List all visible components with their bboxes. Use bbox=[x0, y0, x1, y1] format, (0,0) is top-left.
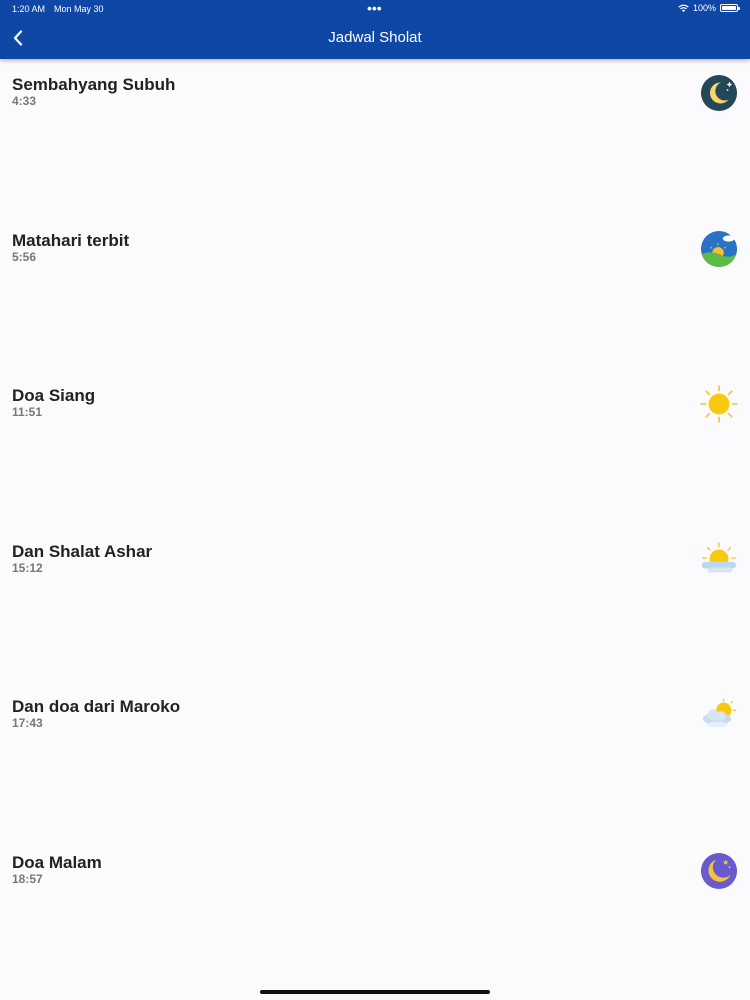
status-date: Mon May 30 bbox=[54, 4, 104, 14]
status-bar: 1:20 AM Mon May 30 ••• 100% bbox=[0, 0, 750, 18]
prayer-row-siang[interactable]: Doa Siang 11:51 bbox=[0, 370, 750, 526]
wifi-icon bbox=[678, 4, 689, 12]
prayer-list: Sembahyang Subuh 4:33 Matahari terbit 5:… bbox=[0, 59, 750, 992]
prayer-time: 15:12 bbox=[12, 560, 43, 575]
prayer-row-terbit[interactable]: Matahari terbit 5:56 bbox=[0, 215, 750, 371]
status-right: 100% bbox=[678, 3, 740, 13]
moon-night-icon bbox=[700, 74, 738, 112]
prayer-name: Doa Malam bbox=[12, 852, 102, 872]
page-title: Jadwal Sholat bbox=[328, 29, 422, 46]
cloudy-sun-icon bbox=[702, 698, 737, 728]
prayer-time: 11:51 bbox=[12, 405, 43, 419]
home-indicator[interactable] bbox=[260, 990, 490, 994]
moon-stars-icon bbox=[700, 852, 738, 889]
prayer-name: Dan doa dari Maroko bbox=[12, 697, 181, 716]
prayer-row-maghrib[interactable]: Dan doa dari Maroko 17:43 bbox=[0, 681, 750, 837]
prayer-time: 5:56 bbox=[12, 249, 37, 264]
prayer-time: 18:57 bbox=[12, 871, 43, 886]
sunrise-icon bbox=[700, 230, 738, 267]
sun-cloud-icon bbox=[701, 541, 737, 572]
prayer-name: Dan Shalat Ashar bbox=[12, 541, 153, 561]
multitask-dots[interactable]: ••• bbox=[367, 1, 382, 15]
prayer-row-ashar[interactable]: Dan Shalat Ashar 15:12 bbox=[0, 526, 750, 682]
prayer-name: Sembahyang Subuh bbox=[12, 75, 176, 94]
prayer-row-subuh[interactable]: Sembahyang Subuh 4:33 bbox=[0, 59, 750, 215]
prayer-name: Doa Siang bbox=[12, 386, 96, 405]
prayer-name: Matahari terbit bbox=[12, 230, 130, 250]
prayer-time: 17:43 bbox=[12, 716, 43, 730]
status-time: 1:20 AM bbox=[12, 4, 46, 14]
battery-icon bbox=[720, 4, 740, 12]
battery-percent: 100% bbox=[692, 3, 716, 13]
prayer-row-malam[interactable]: Doa Malam 18:57 bbox=[0, 837, 750, 993]
sun-icon bbox=[700, 385, 738, 423]
prayer-time: 4:33 bbox=[12, 94, 37, 108]
navigation-bar: Jadwal Sholat bbox=[0, 18, 750, 59]
